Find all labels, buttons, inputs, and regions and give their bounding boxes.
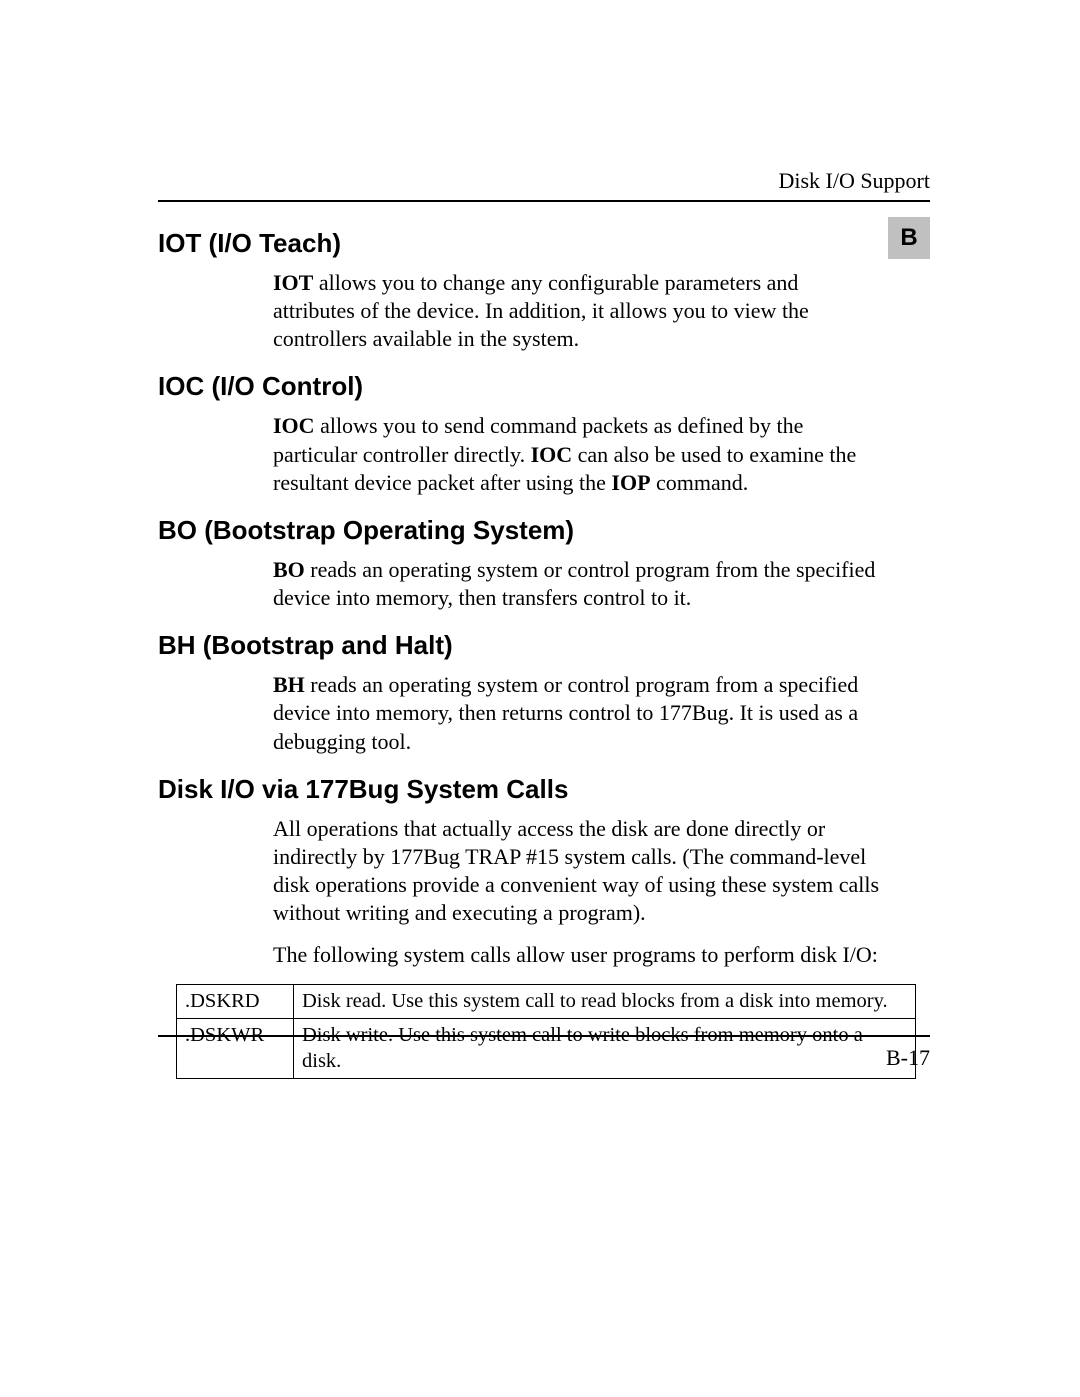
content: IOT (I/O Teach) IOT allows you to change… bbox=[158, 210, 930, 1079]
table-row: .DSKRD Disk read. Use this system call t… bbox=[177, 984, 916, 1019]
bold-ioc-1: IOC bbox=[273, 413, 315, 438]
text-iot: allows you to change any configurable pa… bbox=[273, 270, 809, 351]
page-number: B-17 bbox=[158, 1045, 930, 1071]
bold-bh: BH bbox=[273, 672, 305, 697]
running-title: Disk I/O Support bbox=[158, 168, 930, 194]
bold-bo: BO bbox=[273, 557, 305, 582]
running-header: Disk I/O Support bbox=[158, 168, 930, 202]
header-rule bbox=[158, 200, 930, 202]
footer-rule bbox=[158, 1035, 930, 1037]
text-ioc-3: command. bbox=[651, 470, 749, 495]
bold-iot: IOT bbox=[273, 270, 313, 295]
heading-iot: IOT (I/O Teach) bbox=[158, 228, 930, 259]
heading-bo: BO (Bootstrap Operating System) bbox=[158, 515, 930, 546]
para-ioc: IOC allows you to send command packets a… bbox=[273, 412, 883, 496]
page: Disk I/O Support B IOT (I/O Teach) IOT a… bbox=[0, 0, 1080, 1397]
para-bh: BH reads an operating system or control … bbox=[273, 671, 883, 755]
para-diskio-1: All operations that actually access the … bbox=[273, 815, 883, 928]
heading-bh: BH (Bootstrap and Halt) bbox=[158, 630, 930, 661]
heading-ioc: IOC (I/O Control) bbox=[158, 371, 930, 402]
syscall-desc: Disk read. Use this system call to read … bbox=[294, 984, 916, 1019]
syscall-name: .DSKRD bbox=[177, 984, 294, 1019]
bold-ioc-3: IOP bbox=[611, 470, 650, 495]
para-bo: BO reads an operating system or control … bbox=[273, 556, 883, 612]
para-diskio-2: The following system calls allow user pr… bbox=[273, 941, 883, 969]
bold-ioc-2: IOC bbox=[531, 442, 573, 467]
footer: B-17 bbox=[158, 1035, 930, 1071]
text-bo: reads an operating system or control pro… bbox=[273, 557, 875, 610]
para-iot: IOT allows you to change any configurabl… bbox=[273, 269, 883, 353]
heading-diskio: Disk I/O via 177Bug System Calls bbox=[158, 774, 930, 805]
text-bh: reads an operating system or control pro… bbox=[273, 672, 858, 753]
